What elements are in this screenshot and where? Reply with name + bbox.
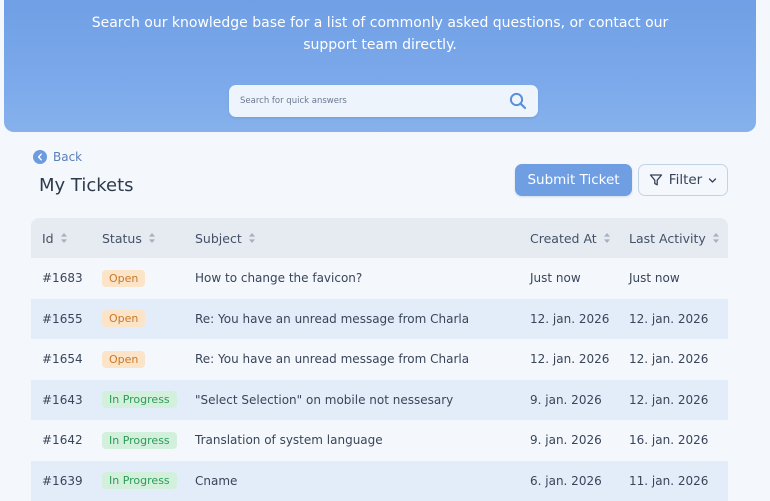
ticket-id: #1639	[42, 461, 83, 501]
ticket-created-at: 9. jan. 2026	[530, 420, 602, 461]
column-header-subject[interactable]: Subject	[195, 218, 256, 258]
table-row[interactable]: #1683 Open How to change the favicon? Ju…	[31, 258, 728, 299]
status-badge: In Progress	[102, 432, 177, 449]
ticket-id: #1655	[42, 299, 83, 340]
column-header-last-activity[interactable]: Last Activity	[629, 218, 720, 258]
ticket-subject: Translation of system language	[195, 420, 383, 461]
table-row[interactable]: #1654 Open Re: You have an unread messag…	[31, 339, 728, 380]
status-cell: Open	[102, 339, 145, 380]
ticket-last-activity: 12. jan. 2026	[629, 339, 708, 380]
ticket-last-activity: 12. jan. 2026	[629, 299, 708, 340]
filter-label: Filter	[669, 172, 702, 188]
ticket-created-at: Just now	[530, 258, 581, 299]
table-header: Id Status Subject Created At Last Activi…	[31, 218, 728, 258]
hero-description: Search our knowledge base for a list of …	[4, 12, 756, 56]
ticket-subject: How to change the favicon?	[195, 258, 362, 299]
ticket-subject: Cname	[195, 461, 237, 501]
sort-icon	[248, 232, 256, 244]
search-icon[interactable]	[509, 92, 527, 110]
ticket-last-activity: 12. jan. 2026	[629, 380, 708, 421]
hero-line-2: support team directly.	[4, 34, 756, 56]
ticket-id: #1643	[42, 380, 83, 421]
column-header-label: Id	[42, 231, 54, 246]
search-input[interactable]	[229, 85, 499, 117]
status-cell: Open	[102, 258, 145, 299]
ticket-last-activity: 16. jan. 2026	[629, 420, 708, 461]
column-header-id[interactable]: Id	[42, 218, 68, 258]
status-badge: In Progress	[102, 391, 177, 408]
ticket-created-at: 12. jan. 2026	[530, 299, 609, 340]
status-badge: Open	[102, 270, 145, 287]
ticket-last-activity: Just now	[629, 258, 680, 299]
chevron-down-icon	[708, 176, 717, 185]
column-header-label: Last Activity	[629, 231, 706, 246]
sort-icon	[603, 232, 611, 244]
column-header-status[interactable]: Status	[102, 218, 156, 258]
back-link[interactable]: Back	[33, 150, 82, 164]
ticket-id: #1654	[42, 339, 83, 380]
status-cell: Open	[102, 299, 145, 340]
filter-icon	[649, 173, 663, 187]
sort-icon	[712, 232, 720, 244]
table-row[interactable]: #1643 In Progress "Select Selection" on …	[31, 380, 728, 421]
ticket-created-at: 12. jan. 2026	[530, 339, 609, 380]
status-badge: In Progress	[102, 472, 177, 489]
tickets-table: Id Status Subject Created At Last Activi…	[31, 218, 728, 501]
status-cell: In Progress	[102, 380, 177, 421]
hero-line-1: Search our knowledge base for a list of …	[4, 12, 756, 34]
ticket-subject: "Select Selection" on mobile not nessesa…	[195, 380, 453, 421]
status-cell: In Progress	[102, 420, 177, 461]
column-header-label: Created At	[530, 231, 597, 246]
status-badge: Open	[102, 351, 145, 368]
column-header-created-at[interactable]: Created At	[530, 218, 611, 258]
chevron-left-icon	[33, 150, 47, 164]
status-badge: Open	[102, 310, 145, 327]
back-label: Back	[53, 150, 82, 164]
column-header-label: Status	[102, 231, 142, 246]
ticket-created-at: 9. jan. 2026	[530, 380, 602, 421]
table-row[interactable]: #1642 In Progress Translation of system …	[31, 420, 728, 461]
hero-banner: Search our knowledge base for a list of …	[4, 0, 756, 132]
sort-icon	[148, 232, 156, 244]
sort-icon	[60, 232, 68, 244]
ticket-id: #1642	[42, 420, 83, 461]
submit-ticket-button[interactable]: Submit Ticket	[515, 164, 632, 196]
ticket-id: #1683	[42, 258, 83, 299]
search-box	[229, 85, 538, 117]
filter-button[interactable]: Filter	[638, 164, 728, 196]
ticket-created-at: 6. jan. 2026	[530, 461, 602, 501]
column-header-label: Subject	[195, 231, 242, 246]
ticket-subject: Re: You have an unread message from Char…	[195, 299, 469, 340]
ticket-last-activity: 11. jan. 2026	[629, 461, 708, 501]
status-cell: In Progress	[102, 461, 177, 501]
ticket-subject: Re: You have an unread message from Char…	[195, 339, 469, 380]
table-row[interactable]: #1655 Open Re: You have an unread messag…	[31, 299, 728, 340]
table-row[interactable]: #1639 In Progress Cname 6. jan. 2026 11.…	[31, 461, 728, 501]
page-title: My Tickets	[39, 175, 134, 196]
